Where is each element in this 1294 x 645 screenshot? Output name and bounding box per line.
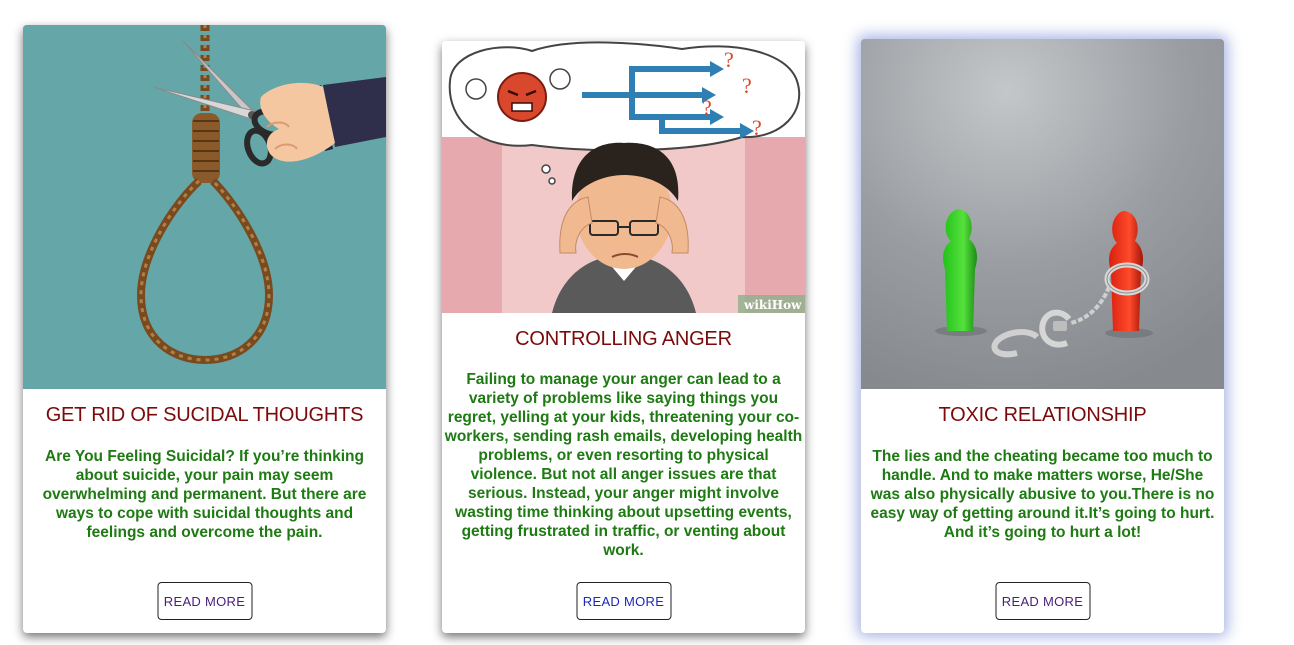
card-title: GET RID OF SUCIDAL THOUGHTS xyxy=(45,404,364,426)
read-more-button[interactable]: READ MORE xyxy=(576,582,671,620)
card-title: CONTROLLING ANGER xyxy=(515,328,732,350)
card-title: TOXIC RELATIONSHIP xyxy=(938,404,1147,426)
handcuffed-figures-image xyxy=(861,39,1224,389)
wikihow-watermark: wikiHow xyxy=(743,298,802,312)
read-more-button[interactable]: READ MORE xyxy=(995,582,1090,620)
card-description: Failing to manage your anger can lead to… xyxy=(444,371,803,559)
stressed-man-image: ? ? ? ? wikiHow xyxy=(442,41,805,313)
svg-text:?: ? xyxy=(702,95,712,120)
card-toxic-relationship: TOXIC RELATIONSHIP The lies and the chea… xyxy=(861,39,1224,633)
svg-text:?: ? xyxy=(724,47,734,72)
card-suicidal-thoughts: GET RID OF SUCIDAL THOUGHTS Are You Feel… xyxy=(23,25,386,633)
card-description: The lies and the cheating became too muc… xyxy=(870,448,1215,541)
read-more-button[interactable]: READ MORE xyxy=(157,582,252,620)
card-description: Are You Feeling Suicidal? If you’re thin… xyxy=(42,448,367,541)
svg-text:?: ? xyxy=(752,115,762,140)
card-controlling-anger: ? ? ? ? wikiHow CONTROLLING ANGER Failin… xyxy=(442,41,805,633)
svg-text:?: ? xyxy=(742,73,752,98)
noose-scissors-image xyxy=(23,25,386,389)
